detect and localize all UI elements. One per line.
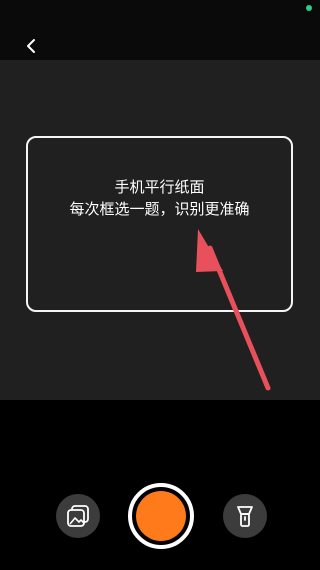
flashlight-icon [237, 506, 253, 527]
camera-screen: 手机平行纸面 每次框选一题，识别更准确 [0, 0, 320, 570]
shutter-button[interactable] [128, 483, 194, 549]
album-button[interactable] [56, 494, 100, 538]
flashlight-button[interactable] [223, 494, 267, 538]
album-icon [67, 505, 89, 527]
shutter-button-core [136, 491, 186, 541]
